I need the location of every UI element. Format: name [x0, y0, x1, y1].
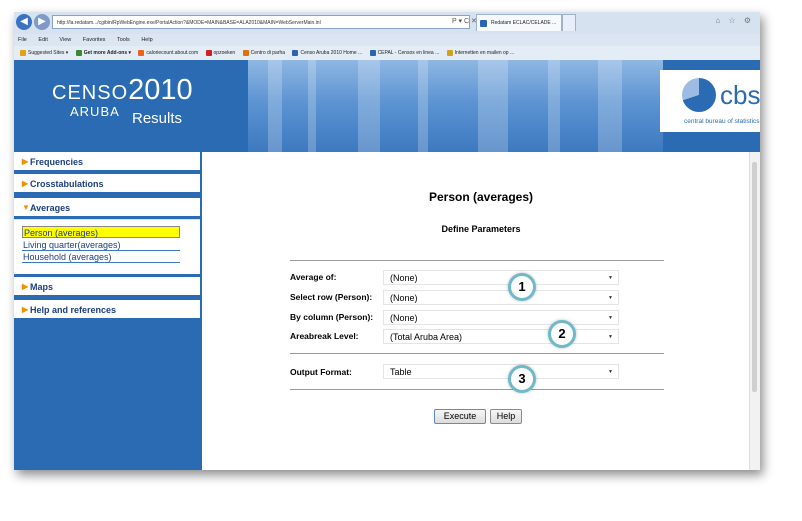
help-button[interactable]: Help	[490, 409, 522, 424]
favorite-link[interactable]: opzoeken	[205, 46, 235, 60]
sidebar-item-maps[interactable]: ▶ Maps	[14, 277, 200, 297]
menu-edit[interactable]: Edit	[38, 37, 47, 43]
page-title: Person (averages)	[428, 190, 534, 204]
divider	[290, 389, 664, 390]
censo-logo: CENSO2010	[52, 74, 193, 106]
submenu-living-quarter-averages[interactable]: Living quarter(averages)	[22, 239, 180, 251]
average-of-label: Average of:	[290, 272, 337, 282]
divider	[290, 353, 664, 354]
browser-window: ◀ ▶ http://la.redatam.../cgibin/RpWebEng…	[14, 12, 760, 470]
sidebar-item-crosstabulations[interactable]: ▶ Crosstabulations	[14, 174, 200, 194]
dropdown-arrow-icon: ▼	[608, 369, 613, 375]
favorite-link[interactable]: Censo Aruba 2010 Home ...	[292, 46, 362, 60]
favorite-link[interactable]: Centro di parha	[242, 46, 285, 60]
site-banner: CENSO2010 ARUBA Results cbs central bure…	[14, 60, 760, 152]
favorite-link[interactable]: Get more Add-ons ▾	[75, 46, 131, 60]
main-content: Person (averages) Define Parameters Aver…	[202, 152, 760, 470]
dropdown-arrow-icon: ▼	[608, 334, 613, 340]
logo-results-text: Results	[132, 110, 183, 127]
step-badge-2: 2	[548, 320, 576, 348]
step-badge-3: 3	[508, 365, 536, 393]
select-row-select[interactable]: (None) ▼	[383, 290, 619, 305]
areabreak-level-label: Areabreak Level:	[290, 331, 359, 341]
arrow-right-icon: ▶	[22, 282, 29, 291]
page-subtitle: Define Parameters	[441, 224, 521, 234]
scrollbar-thumb[interactable]	[752, 162, 757, 392]
back-icon[interactable]: ◀	[16, 14, 32, 30]
menu-help[interactable]: Help	[141, 37, 152, 43]
areabreak-level-select[interactable]: (Total Aruba Area) ▼	[383, 329, 619, 344]
site-icon	[242, 49, 249, 56]
sidebar-item-frequencies[interactable]: ▶ Frequencies	[14, 152, 200, 172]
vertical-scrollbar[interactable]	[749, 152, 760, 470]
averages-submenu: Person (averages) Living quarter(average…	[14, 219, 200, 274]
arrow-right-icon: ▶	[22, 157, 29, 166]
sidebar-item-help-references[interactable]: ▶ Help and references	[14, 300, 200, 320]
dropdown-arrow-icon: ▼	[608, 315, 613, 321]
address-row: ◀ ▶ http://la.redatam.../cgibin/RpWebEng…	[14, 12, 760, 34]
arrow-right-icon: ▶	[22, 179, 29, 188]
favorite-link[interactable]: CEPAL - Censos en linea ...	[369, 46, 439, 60]
site-icon	[369, 49, 376, 56]
menu-bar: File Edit View Favorites Tools Help	[14, 34, 760, 46]
output-format-select[interactable]: Table ▼	[383, 364, 619, 379]
favorite-link[interactable]: Suggested Sites ▾	[20, 46, 68, 60]
address-tools-icon[interactable]: P ▾ C ✕	[452, 15, 477, 29]
pie-logo-icon	[682, 78, 716, 112]
menu-file[interactable]: File	[18, 37, 27, 43]
new-tab-button[interactable]	[562, 14, 576, 31]
step-badge-1: 1	[508, 273, 536, 301]
star-icon	[20, 49, 26, 56]
arrow-right-icon: ▶	[22, 305, 29, 314]
web-page: CENSO2010 ARUBA Results cbs central bure…	[14, 60, 760, 470]
dropdown-arrow-icon: ▼	[608, 295, 613, 301]
by-column-select[interactable]: (None) ▼	[383, 310, 619, 325]
submenu-household-averages[interactable]: Household (averages)	[22, 251, 180, 263]
dropdown-arrow-icon: ▼	[608, 275, 613, 281]
menu-favorites[interactable]: Favorites	[83, 37, 106, 43]
browser-chrome: ◀ ▶ http://la.redatam.../cgibin/RpWebEng…	[14, 12, 760, 61]
forward-icon[interactable]: ▶	[34, 14, 50, 30]
site-icon	[446, 49, 453, 56]
execute-button[interactable]: Execute	[434, 409, 486, 424]
divider	[290, 260, 664, 261]
by-column-label: By column (Person):	[290, 312, 374, 322]
menu-view[interactable]: View	[59, 37, 71, 43]
site-icon	[138, 49, 145, 56]
addon-icon	[75, 49, 82, 56]
submenu-person-averages[interactable]: Person (averages)	[22, 226, 180, 238]
cbs-logo: cbs central bureau of statistics	[660, 70, 760, 132]
output-format-label: Output Format:	[290, 367, 352, 377]
select-row-label: Select row (Person):	[290, 292, 373, 302]
address-bar[interactable]: http://la.redatam.../cgibin/RpWebEngine.…	[52, 15, 470, 29]
logo-aruba-text: ARUBA	[70, 104, 120, 119]
favorite-link[interactable]: caloriecount.about.com	[138, 46, 198, 60]
browser-toolbar-icons[interactable]: ⌂ ☆ ⚙	[715, 16, 754, 25]
sidebar-item-averages[interactable]: ▼ Averages	[14, 198, 200, 218]
tab-label: Redatam ECLAC/CELADE ...	[491, 20, 557, 26]
favorites-bar: Suggested Sites ▾ Get more Add-ons ▾ cal…	[14, 46, 760, 60]
tab-redatam[interactable]: Redatam ECLAC/CELADE ...	[476, 14, 562, 31]
arrow-down-icon: ▼	[22, 203, 30, 212]
site-icon	[292, 49, 299, 56]
banner-photo	[248, 60, 663, 152]
favorite-link[interactable]: Internetten en mailen op ...	[446, 46, 514, 60]
average-of-select[interactable]: (None) ▼	[383, 270, 619, 285]
site-icon	[205, 49, 212, 56]
menu-tools[interactable]: Tools	[117, 37, 130, 43]
sidebar: ▶ Frequencies ▶ Crosstabulations ▼ Avera…	[14, 152, 202, 470]
redatam-favicon-icon	[480, 20, 487, 27]
